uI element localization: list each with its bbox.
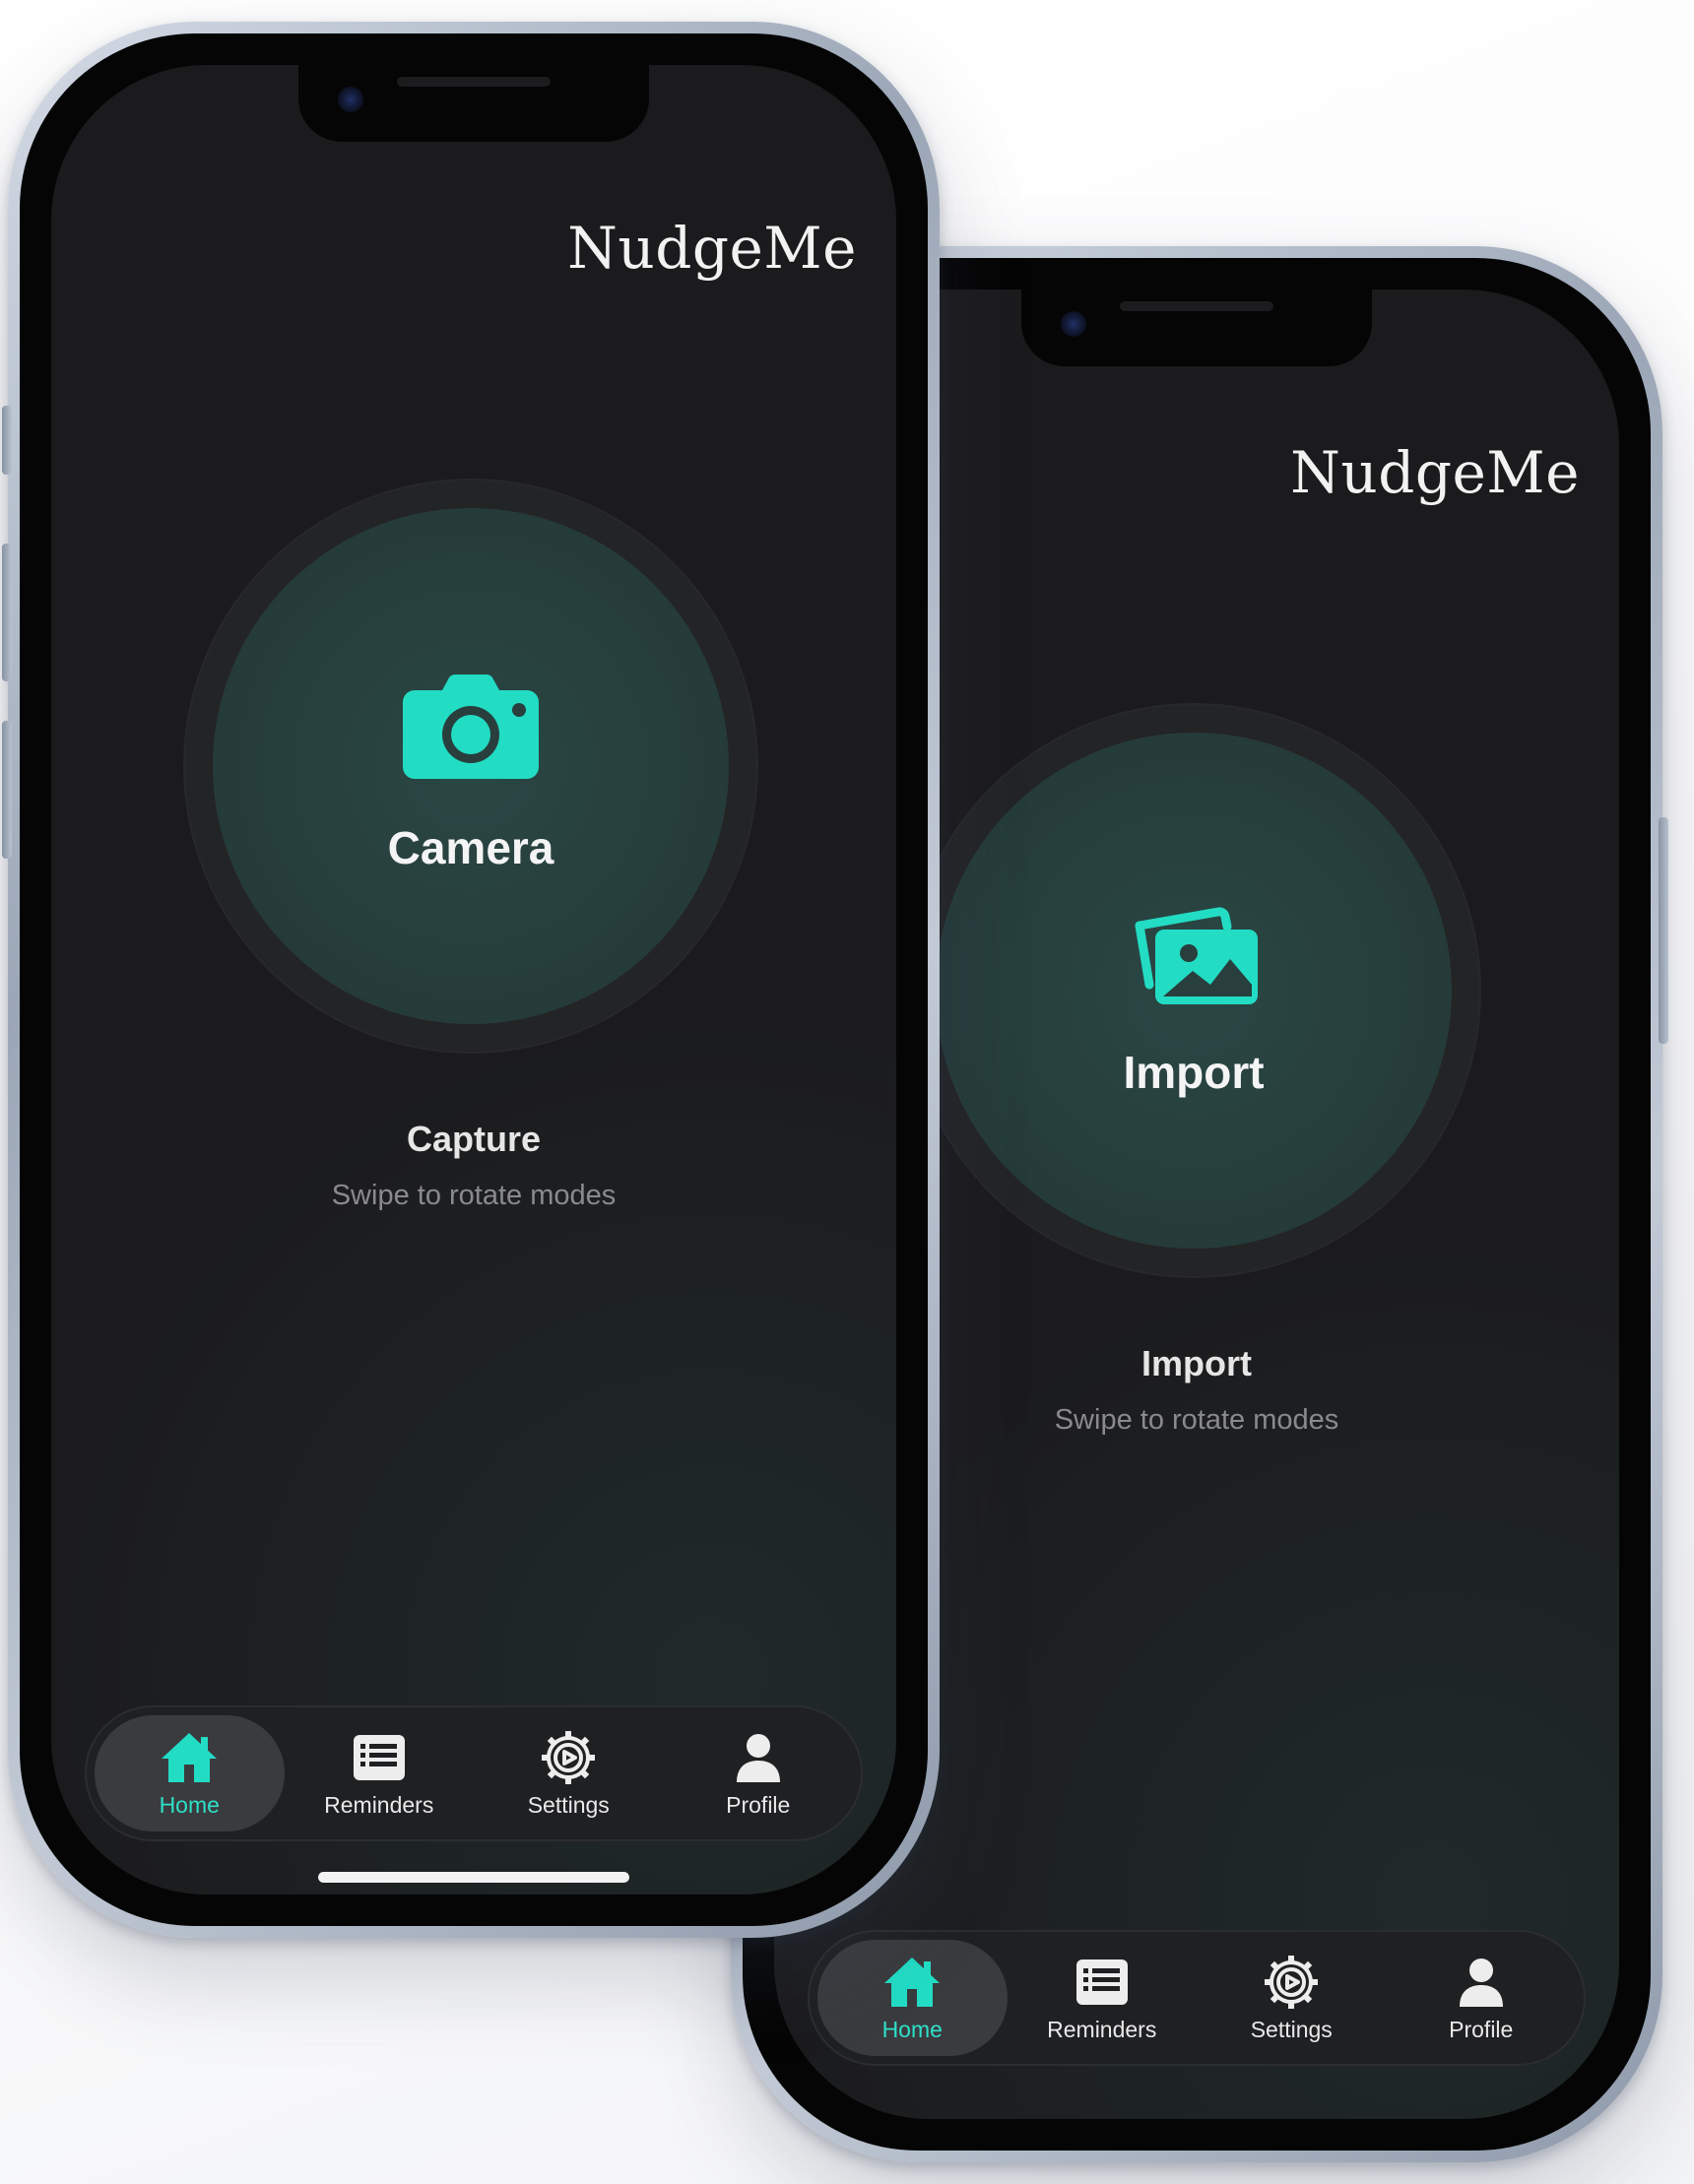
home-icon <box>884 1957 941 2007</box>
tab-label: Reminders <box>324 1791 434 1818</box>
tab-bar: Home Reminders Settings Profile <box>85 1705 863 1841</box>
mode-title: Capture <box>406 1119 542 1159</box>
tab-profile[interactable]: Profile <box>1387 1940 1577 2056</box>
tab-label: Reminders <box>1047 2016 1157 2042</box>
camera-icon <box>403 674 539 779</box>
tab-reminders[interactable]: Reminders <box>1008 1940 1198 2056</box>
tab-settings[interactable]: Settings <box>474 1715 664 1831</box>
tab-home[interactable]: Home <box>95 1715 285 1831</box>
phone-camera: NudgeMe Camera Capture Swipe to rotate m… <box>2 22 940 1938</box>
mode-hint: Swipe to rotate modes <box>331 1180 617 1211</box>
brand-logo: NudgeMe <box>567 215 857 282</box>
tab-profile[interactable]: Profile <box>664 1715 854 1831</box>
mode-button-camera[interactable]: Camera <box>213 508 729 1024</box>
tab-label: Settings <box>1250 2016 1333 2042</box>
tab-reminders[interactable]: Reminders <box>285 1715 475 1831</box>
mode-dial[interactable]: Camera <box>183 479 758 1054</box>
tab-home[interactable]: Home <box>817 1940 1008 2056</box>
speaker <box>1120 301 1273 311</box>
front-camera <box>1061 311 1086 337</box>
screen: NudgeMe Camera Capture Swipe to rotate m… <box>51 65 896 1895</box>
list-icon <box>353 1734 405 1780</box>
speaker <box>397 77 551 87</box>
brand-logo: NudgeMe <box>1290 439 1580 506</box>
mode-label: Camera <box>387 822 554 873</box>
list-icon <box>1075 1959 1128 2005</box>
tab-label: Profile <box>1449 2016 1514 2042</box>
notch <box>1021 289 1372 366</box>
power-button <box>1659 817 1668 1044</box>
mute-switch <box>2 406 12 475</box>
home-indicator[interactable] <box>318 1872 629 1883</box>
notch <box>298 65 649 142</box>
volume-up-button <box>2 544 12 681</box>
mode-dial[interactable]: Import <box>906 703 1481 1278</box>
tab-label: Home <box>881 2016 943 2042</box>
bezel: NudgeMe Camera Capture Swipe to rotate m… <box>20 33 928 1926</box>
tab-label: Profile <box>726 1791 791 1818</box>
front-camera <box>338 87 363 112</box>
tab-label: Home <box>159 1791 220 1818</box>
gear-icon <box>1265 1955 1319 2009</box>
tab-label: Settings <box>527 1791 610 1818</box>
volume-down-button <box>2 721 12 859</box>
photos-icon <box>1135 907 1258 1004</box>
tab-bar: Home Reminders Settings Profile <box>808 1930 1586 2066</box>
person-icon <box>1459 1958 1503 2007</box>
gear-icon <box>542 1730 596 1784</box>
person-icon <box>736 1733 780 1782</box>
mode-button-import[interactable]: Import <box>936 733 1452 1249</box>
tab-settings[interactable]: Settings <box>1197 1940 1387 2056</box>
mode-label: Import <box>1123 1047 1265 1098</box>
home-icon <box>162 1732 218 1782</box>
